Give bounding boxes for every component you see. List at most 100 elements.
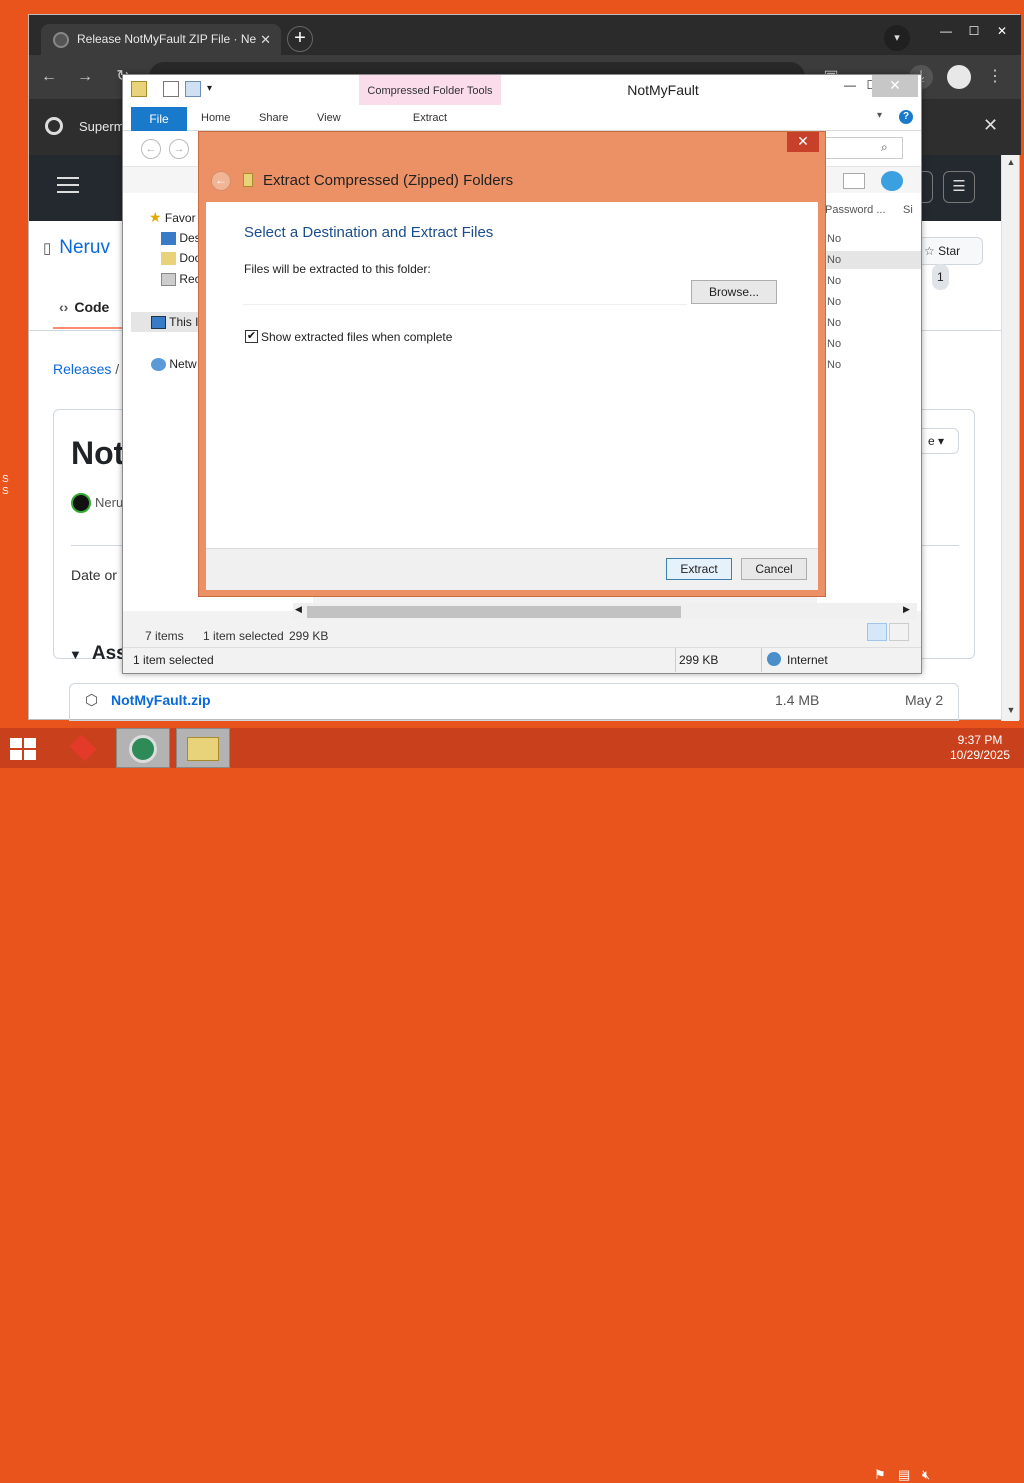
internet-zone-icon: [767, 652, 781, 666]
taskbar-app-icon[interactable]: [56, 728, 110, 768]
star-count: 1: [932, 264, 949, 290]
network-icon: [151, 358, 166, 372]
infobar-text: Superm: [79, 119, 125, 134]
hamburger-menu-icon[interactable]: [57, 177, 79, 193]
taskbar-explorer-icon[interactable]: [176, 728, 230, 768]
tab-share[interactable]: Share: [259, 112, 288, 124]
show-files-checkbox[interactable]: ✔: [245, 330, 258, 343]
scroll-right-icon[interactable]: ▶: [903, 604, 910, 615]
explorer-title: NotMyFault: [627, 82, 699, 98]
asset-download-link[interactable]: NotMyFault.zip: [111, 692, 211, 708]
customize-qat-icon[interactable]: ▾: [207, 83, 212, 94]
repo-name-text: Neruv: [59, 237, 110, 258]
asset-size: 1.4 MB: [775, 692, 820, 708]
close-tab-icon[interactable]: ✕: [260, 24, 271, 55]
close-infobar-icon[interactable]: ✕: [983, 115, 998, 136]
nav-desktop[interactable]: Des: [161, 231, 201, 246]
email-icon[interactable]: [843, 173, 865, 189]
maximize-browser-button[interactable]: ☐: [959, 21, 989, 41]
column-header-size[interactable]: Si: [903, 204, 913, 216]
browser-tab[interactable]: Release NotMyFault ZIP File · Ne ✕: [41, 24, 281, 55]
search-icon[interactable]: ⌕: [881, 140, 888, 155]
nav-favorites[interactable]: ★ Favor: [149, 209, 196, 226]
release-title: Not: [71, 435, 125, 471]
show-files-label[interactable]: Show extracted files when complete: [261, 330, 452, 344]
scroll-up-icon[interactable]: ▲: [1002, 157, 1020, 167]
caret-down-icon: ▼: [69, 647, 82, 662]
nav-this-pc[interactable]: This I: [151, 315, 199, 330]
large-icons-view-icon[interactable]: [889, 623, 909, 641]
nav-this-pc-label: This I: [169, 315, 199, 329]
taskbar-clock[interactable]: 9:37 PM 10/29/2025: [940, 733, 1020, 763]
volume-muted-icon[interactable]: 🔇︎: [922, 1467, 930, 1483]
repo-name-link[interactable]: ▯ Neruv: [43, 237, 110, 259]
help-icon[interactable]: ?: [899, 110, 913, 124]
zip-folder-icon: [243, 173, 253, 187]
assets-heading[interactable]: ▼ Ass: [69, 643, 127, 665]
explorer-titlebar: [123, 75, 921, 105]
new-folder-icon[interactable]: [185, 81, 201, 97]
dialog-body: [206, 202, 818, 548]
nav-favorites-label: Favor: [164, 211, 196, 225]
back-arrow-icon[interactable]: ←: [37, 65, 61, 89]
close-dialog-button[interactable]: ✕: [787, 132, 819, 152]
nav-recent[interactable]: Rec: [161, 272, 201, 287]
destination-input[interactable]: [243, 280, 687, 305]
taskbar: ⚑ ▤ 🔇︎: [0, 728, 1024, 1482]
taskbar-chrome-icon[interactable]: [116, 728, 170, 768]
tab-view[interactable]: View: [317, 112, 341, 124]
windows-start-icon[interactable]: [10, 738, 38, 760]
browser-tab-title: Release NotMyFault ZIP File · Ne: [77, 32, 257, 46]
network-tray-icon[interactable]: ▤: [898, 1467, 910, 1483]
status-size: 299 KB: [289, 629, 329, 643]
password-cell: No: [827, 233, 842, 245]
browser-tab-strip: Release NotMyFault ZIP File · Ne ✕ + ▾ —…: [29, 15, 1021, 55]
settings-sliders-icon[interactable]: ☰: [943, 171, 975, 203]
ribbon-expand-icon[interactable]: ▾: [877, 110, 882, 121]
repo-icon: ▯: [43, 240, 52, 257]
nav-documents[interactable]: Doc: [161, 251, 201, 266]
new-tab-button[interactable]: +: [287, 26, 313, 52]
explorer-search-input[interactable]: [817, 137, 903, 159]
close-explorer-button[interactable]: ✕: [872, 75, 918, 97]
scroll-down-icon[interactable]: ▼: [1002, 705, 1020, 715]
tab-extract[interactable]: Extract: [359, 112, 501, 124]
author-avatar[interactable]: [71, 493, 91, 513]
menu-kebab-icon[interactable]: ⋮: [983, 65, 1007, 89]
close-browser-button[interactable]: ✕: [987, 21, 1017, 41]
release-date-text: Date or: [71, 567, 117, 583]
star-button[interactable]: ☆ Star 1: [913, 237, 983, 290]
tab-home[interactable]: Home: [201, 112, 230, 124]
tab-search-button[interactable]: ▾: [884, 25, 910, 51]
nav-network[interactable]: Netw: [151, 357, 197, 372]
author-name[interactable]: Neru: [95, 495, 123, 510]
password-cell: No: [827, 275, 842, 287]
active-tab-indicator: [53, 327, 125, 329]
scroll-left-icon[interactable]: ◀: [295, 604, 302, 615]
tab-code[interactable]: ‹› Code: [59, 299, 109, 315]
code-icon: ‹›: [59, 299, 69, 315]
profile-avatar-icon[interactable]: [947, 65, 971, 89]
column-header-password[interactable]: Password ...: [825, 204, 886, 216]
tab-file[interactable]: File: [131, 107, 187, 131]
action-center-flag-icon[interactable]: ⚑: [874, 1467, 886, 1483]
details-view-icon[interactable]: [867, 623, 887, 641]
github-favicon-icon: [53, 32, 69, 48]
explorer-forward-icon[interactable]: →: [169, 139, 189, 159]
breadcrumb-releases-link[interactable]: Releases: [53, 361, 111, 377]
globe-icon[interactable]: [881, 171, 903, 191]
properties-icon[interactable]: [163, 81, 179, 97]
extract-dialog: ✕ ← Extract Compressed (Zipped) Folders …: [198, 131, 826, 597]
package-icon: ⬡: [85, 692, 99, 709]
browse-button[interactable]: Browse...: [691, 280, 777, 304]
context-tab-group-label: Compressed Folder Tools: [367, 85, 493, 97]
extract-button[interactable]: Extract: [666, 558, 732, 580]
page-scrollbar[interactable]: ▲ ▼: [1001, 155, 1019, 721]
explorer-back-icon[interactable]: ←: [141, 139, 161, 159]
password-cell: No: [827, 338, 842, 350]
forward-arrow-icon[interactable]: →: [73, 65, 97, 89]
dialog-back-icon[interactable]: ←: [211, 171, 231, 191]
scrollbar-thumb[interactable]: [307, 606, 681, 618]
cancel-button[interactable]: Cancel: [741, 558, 807, 580]
minimize-browser-button[interactable]: —: [931, 21, 961, 41]
